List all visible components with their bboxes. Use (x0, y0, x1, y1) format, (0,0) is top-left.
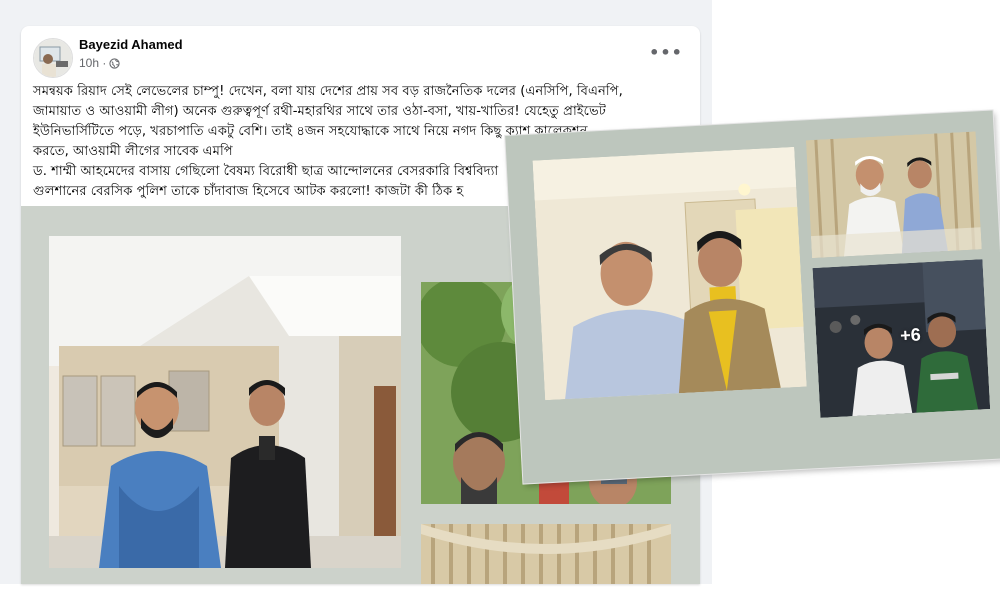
more-photos-count[interactable]: +6 (900, 325, 922, 347)
author-avatar[interactable] (33, 38, 73, 78)
photo-collage-overlay: +6 (505, 110, 1000, 484)
author-name[interactable]: Bayezid Ahamed (79, 37, 183, 52)
globe-icon (109, 57, 120, 69)
post-meta: 10h · (79, 56, 120, 70)
collage-photo-3[interactable]: +6 (812, 259, 991, 418)
photo-1[interactable] (49, 236, 401, 568)
collage-photo-2[interactable] (805, 131, 982, 259)
collage-photo-1[interactable] (532, 146, 807, 401)
post-time[interactable]: 10h · (79, 56, 106, 70)
photo-3[interactable] (421, 524, 671, 584)
more-options-icon[interactable]: ••• (649, 38, 682, 66)
